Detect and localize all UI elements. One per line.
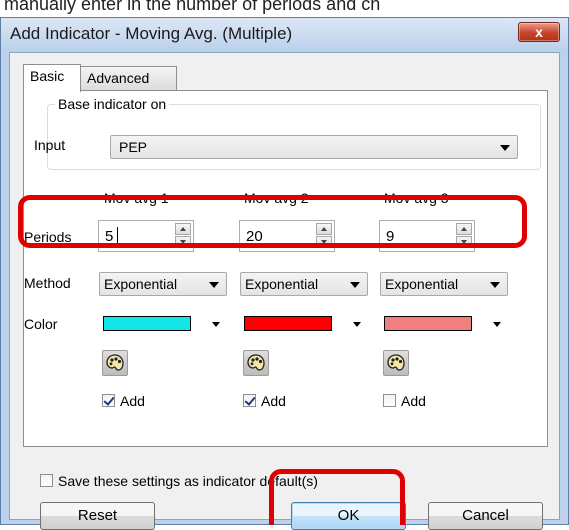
periods-label: Periods <box>24 229 72 245</box>
mov-avg-2-header: Mov avg 2 <box>244 190 309 206</box>
spin-up-icon[interactable] <box>316 223 332 235</box>
chevron-down-icon <box>500 145 510 151</box>
add-1-label: Add <box>120 393 145 409</box>
dialog-title: Add Indicator - Moving Avg. (Multiple) <box>10 24 293 43</box>
chevron-down-icon <box>209 282 219 288</box>
spin-up-icon[interactable] <box>456 223 472 235</box>
add-3-label: Add <box>401 393 426 409</box>
close-icon: x <box>535 24 543 40</box>
input-select-value: PEP <box>119 139 148 155</box>
tab-advanced-label: Advanced <box>87 70 150 86</box>
method-label: Method <box>24 275 71 291</box>
reset-button[interactable]: Reset <box>40 502 155 530</box>
ok-button[interactable]: OK <box>291 502 406 530</box>
period-3-spinner[interactable]: 9 <box>379 220 475 252</box>
caption-text: manually enter in the number of periods … <box>4 0 381 14</box>
chevron-down-icon <box>493 322 501 327</box>
palette-1-button[interactable] <box>102 350 128 376</box>
check-2-icon <box>243 394 256 407</box>
color-1-swatch <box>103 316 191 331</box>
method-3-value: Exponential <box>385 276 459 292</box>
color-3-picker[interactable] <box>381 311 507 335</box>
dialog-window: Add Indicator - Moving Avg. (Multiple) x… <box>0 17 569 530</box>
tab-basic-label: Basic <box>30 68 65 84</box>
color-1-picker[interactable] <box>100 311 226 335</box>
check-3-icon <box>383 394 396 407</box>
palette-icon <box>106 354 124 371</box>
chevron-down-icon <box>350 282 360 288</box>
dialog-client: Basic Advanced Base indicator on Input P… <box>9 52 560 530</box>
color-2-swatch <box>244 316 332 331</box>
input-select[interactable]: PEP <box>110 135 518 159</box>
palette-2-button[interactable] <box>243 350 269 376</box>
spin-down-icon[interactable] <box>456 236 472 248</box>
method-3-select[interactable]: Exponential <box>380 272 508 296</box>
save-defaults-check-icon <box>40 474 53 487</box>
tab-advanced[interactable]: Advanced <box>80 66 177 90</box>
period-3-value: 9 <box>386 228 395 245</box>
cancel-button[interactable]: Cancel <box>428 502 543 530</box>
check-1-icon <box>102 394 115 407</box>
chevron-down-icon <box>353 322 361 327</box>
mov-avg-1-header: Mov avg 1 <box>104 190 169 206</box>
base-indicator-legend: Base indicator on <box>55 96 170 112</box>
color-3-swatch <box>384 316 472 331</box>
title-bar: Add Indicator - Moving Avg. (Multiple) x <box>1 18 568 52</box>
save-defaults-label: Save these settings as indicator default… <box>58 473 318 489</box>
period-2-spinner[interactable]: 20 <box>239 220 335 252</box>
period-1-spinner[interactable]: 5 <box>98 220 194 252</box>
spin-up-icon[interactable] <box>175 223 191 235</box>
close-button[interactable]: x <box>518 22 560 42</box>
palette-icon <box>247 354 265 371</box>
palette-3-button[interactable] <box>383 350 409 376</box>
basic-tab-panel: Base indicator on Input PEP Mov avg 1 Mo… <box>23 90 548 447</box>
chevron-down-icon <box>490 282 500 288</box>
palette-icon <box>387 354 405 371</box>
add-2-label: Add <box>261 393 286 409</box>
spin-down-icon[interactable] <box>175 236 191 248</box>
spin-down-icon[interactable] <box>316 236 332 248</box>
method-1-select[interactable]: Exponential <box>99 272 227 296</box>
period-1-value: 5 <box>105 228 114 245</box>
input-label: Input <box>34 137 66 153</box>
method-2-select[interactable]: Exponential <box>240 272 368 296</box>
period-2-value: 20 <box>246 228 263 245</box>
color-label: Color <box>24 316 58 332</box>
text-caret <box>117 227 118 245</box>
tab-basic[interactable]: Basic <box>23 64 81 92</box>
method-1-value: Exponential <box>104 276 178 292</box>
mov-avg-3-header: Mov avg 3 <box>384 190 449 206</box>
chevron-down-icon <box>212 322 220 327</box>
color-2-picker[interactable] <box>241 311 367 335</box>
method-2-value: Exponential <box>245 276 319 292</box>
